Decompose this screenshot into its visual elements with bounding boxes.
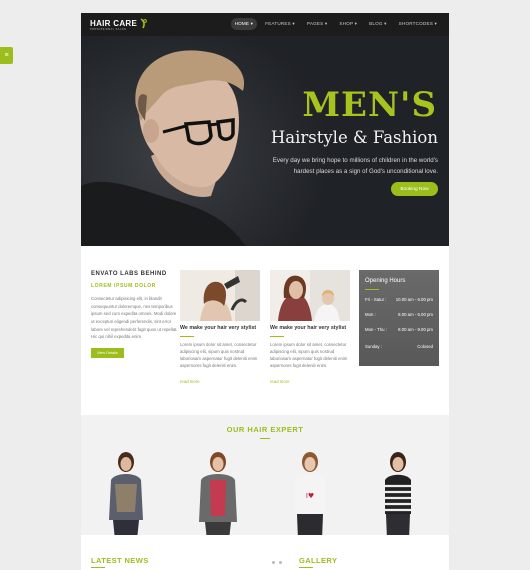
expert-divider bbox=[260, 438, 270, 439]
nav-features[interactable]: FEATURES ▾ bbox=[261, 18, 299, 30]
main-nav: HOME ▾ FEATURES ▾ PAGES ▾ SHOP ▾ BLOG ▾ … bbox=[230, 18, 441, 30]
card-text: Lorem ipsum dolor sit amet, consectetur … bbox=[270, 342, 348, 368]
card-title: We make your hair very stylist bbox=[270, 325, 347, 331]
carousel-dots[interactable] bbox=[272, 561, 282, 564]
read-more-link[interactable]: read more bbox=[270, 379, 290, 384]
nav-shortcodes[interactable]: SHORTCODES ▾ bbox=[395, 18, 441, 30]
nav-blog[interactable]: BLOG ▾ bbox=[365, 18, 391, 30]
latest-news-divider bbox=[91, 567, 105, 568]
hero-model-image bbox=[81, 50, 246, 246]
read-more-link[interactable]: read more bbox=[180, 379, 200, 384]
carousel-dot[interactable] bbox=[279, 561, 282, 564]
expert-photo-4[interactable] bbox=[373, 450, 423, 540]
card-text: Lorem ipsum dolor sit amet, consectetur … bbox=[180, 342, 258, 368]
salon-photo-2 bbox=[270, 270, 350, 321]
hours-title: Opening Hours bbox=[365, 278, 406, 284]
hero-description: Every day we bring hope to millions of c… bbox=[272, 157, 438, 175]
gallery-divider bbox=[299, 567, 313, 568]
hero-subtitle: Hairstyle & Fashion bbox=[270, 128, 438, 147]
hours-background bbox=[359, 270, 439, 366]
nav-shop[interactable]: SHOP ▾ bbox=[335, 18, 361, 30]
card-divider bbox=[180, 336, 194, 337]
svg-text:I♥: I♥ bbox=[306, 492, 314, 500]
logo-tagline: PROFESSIONAL SALON bbox=[90, 28, 127, 31]
about-heading: ENVATO LABS BEHIND bbox=[91, 271, 167, 277]
carousel-dot[interactable] bbox=[272, 561, 275, 564]
service-card-2: We make your hair very stylist Lorem ips… bbox=[270, 270, 350, 388]
site-logo[interactable]: HAIR CARE PROFESSIONAL SALON bbox=[90, 18, 148, 31]
hero-slider: MEN'S Hairstyle & Fashion Every day we b… bbox=[81, 36, 449, 246]
card-title: We make your hair very stylist bbox=[180, 325, 257, 331]
bottom-sections: LATEST NEWS GALLERY bbox=[81, 535, 449, 570]
nav-pages[interactable]: PAGES ▾ bbox=[303, 18, 331, 30]
about-text: Consectetur adipisicing elit, in blandit… bbox=[91, 296, 178, 340]
settings-side-tab[interactable]: ≡ bbox=[0, 47, 13, 64]
hours-row: Mon :8.00 am - 6.00 pm bbox=[365, 312, 433, 317]
scissors-logo-icon bbox=[140, 18, 148, 29]
expert-photo-2[interactable] bbox=[193, 450, 243, 540]
latest-news-heading: LATEST NEWS bbox=[91, 556, 149, 565]
hours-divider bbox=[365, 289, 379, 290]
service-card-1: We make your hair very stylist Lorem ips… bbox=[180, 270, 260, 388]
page-frame: HAIR CARE PROFESSIONAL SALON HOME ▾ FEAT… bbox=[81, 13, 449, 570]
expert-heading: OUR HAIR EXPERT bbox=[226, 425, 304, 434]
nav-home[interactable]: HOME ▾ bbox=[230, 18, 258, 30]
about-subheading: LOREM IPSUM DOLOR bbox=[91, 283, 156, 289]
hours-row: Fri - Satur :10.00 am - 6.00 pm bbox=[365, 297, 433, 302]
expert-photo-1[interactable] bbox=[101, 450, 151, 540]
card-divider bbox=[270, 336, 284, 337]
booking-now-button[interactable]: Booking Now bbox=[391, 182, 438, 196]
hours-row: Mon - Thu :8.00 am - 9.00 pm bbox=[365, 327, 433, 332]
hero-title: MEN'S bbox=[302, 85, 437, 125]
features-section: ENVATO LABS BEHIND LOREM IPSUM DOLOR Con… bbox=[81, 246, 449, 404]
logo-text: HAIR CARE bbox=[90, 19, 138, 28]
view-details-button[interactable]: View Details bbox=[91, 347, 124, 358]
opening-hours-panel: Opening Hours Fri - Satur :10.00 am - 6.… bbox=[359, 270, 439, 366]
gallery-heading: GALLERY bbox=[299, 556, 338, 565]
about-block: ENVATO LABS BEHIND LOREM IPSUM DOLOR Con… bbox=[91, 271, 179, 359]
top-navigation-bar: HAIR CARE PROFESSIONAL SALON HOME ▾ FEAT… bbox=[81, 13, 449, 36]
salon-photo-1 bbox=[180, 270, 260, 321]
hours-row: Sunday : Colosed bbox=[365, 344, 433, 349]
expert-photo-3[interactable]: I♥ bbox=[285, 450, 335, 540]
